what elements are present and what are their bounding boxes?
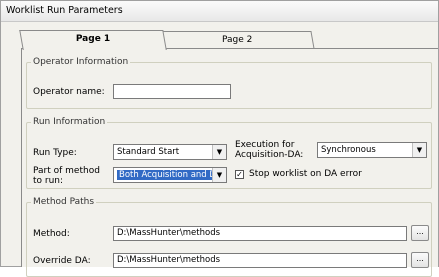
- method-browse-button[interactable]: ...: [411, 225, 429, 241]
- run-type-dropdown[interactable]: Standard Start ▼: [113, 144, 227, 160]
- operator-information-group: Operator Information Operator name:: [26, 57, 432, 109]
- execution-value: Synchronous: [321, 145, 376, 155]
- tab-page-2[interactable]: Page 2: [159, 31, 315, 49]
- worklist-run-parameters-dialog: Worklist Run Parameters Page 1 Page 2 Op…: [0, 0, 439, 277]
- run-type-value: Standard Start: [117, 147, 180, 157]
- tab-panel-page-1: Operator Information Operator name: Run …: [21, 48, 438, 277]
- run-information-group: Run Information Run Type: Standard Start…: [26, 117, 432, 189]
- method-paths-group: Method Paths Method: D:\MassHunter\metho…: [26, 197, 432, 277]
- tab-page-1-label: Page 1: [75, 34, 111, 44]
- override-da-browse-button[interactable]: ...: [411, 252, 429, 268]
- chevron-down-icon: ▼: [212, 145, 226, 159]
- run-type-label: Run Type:: [33, 148, 77, 158]
- operator-name-label: Operator name:: [33, 87, 105, 97]
- tab-page-1[interactable]: Page 1: [19, 30, 167, 50]
- execution-label: Execution for Acquisition-DA:: [235, 140, 304, 160]
- method-path-input[interactable]: D:\MassHunter\methods: [113, 226, 407, 241]
- stop-on-error-checkbox[interactable]: ✓: [235, 170, 244, 179]
- override-da-path-input[interactable]: D:\MassHunter\methods: [113, 253, 407, 268]
- stop-on-error-label: Stop worklist on DA error: [249, 169, 362, 179]
- window-title: Worklist Run Parameters: [6, 5, 123, 16]
- part-of-method-value: Both Acquisition and DA: [117, 170, 224, 180]
- chevron-down-icon: ▼: [412, 143, 426, 157]
- operator-name-input[interactable]: [113, 84, 231, 99]
- method-paths-legend: Method Paths: [33, 197, 95, 207]
- chevron-down-icon: ▼: [212, 168, 226, 182]
- run-information-legend: Run Information: [33, 117, 106, 127]
- title-bar: Worklist Run Parameters: [1, 1, 438, 22]
- part-of-method-label: Part of method to run:: [33, 166, 100, 186]
- method-label: Method:: [33, 229, 70, 239]
- execution-dropdown[interactable]: Synchronous ▼: [317, 142, 427, 158]
- operator-information-legend: Operator Information: [33, 57, 129, 67]
- part-of-method-dropdown[interactable]: Both Acquisition and DA ▼: [113, 167, 227, 183]
- override-da-label: Override DA:: [33, 256, 91, 266]
- tab-page-2-label: Page 2: [221, 35, 253, 45]
